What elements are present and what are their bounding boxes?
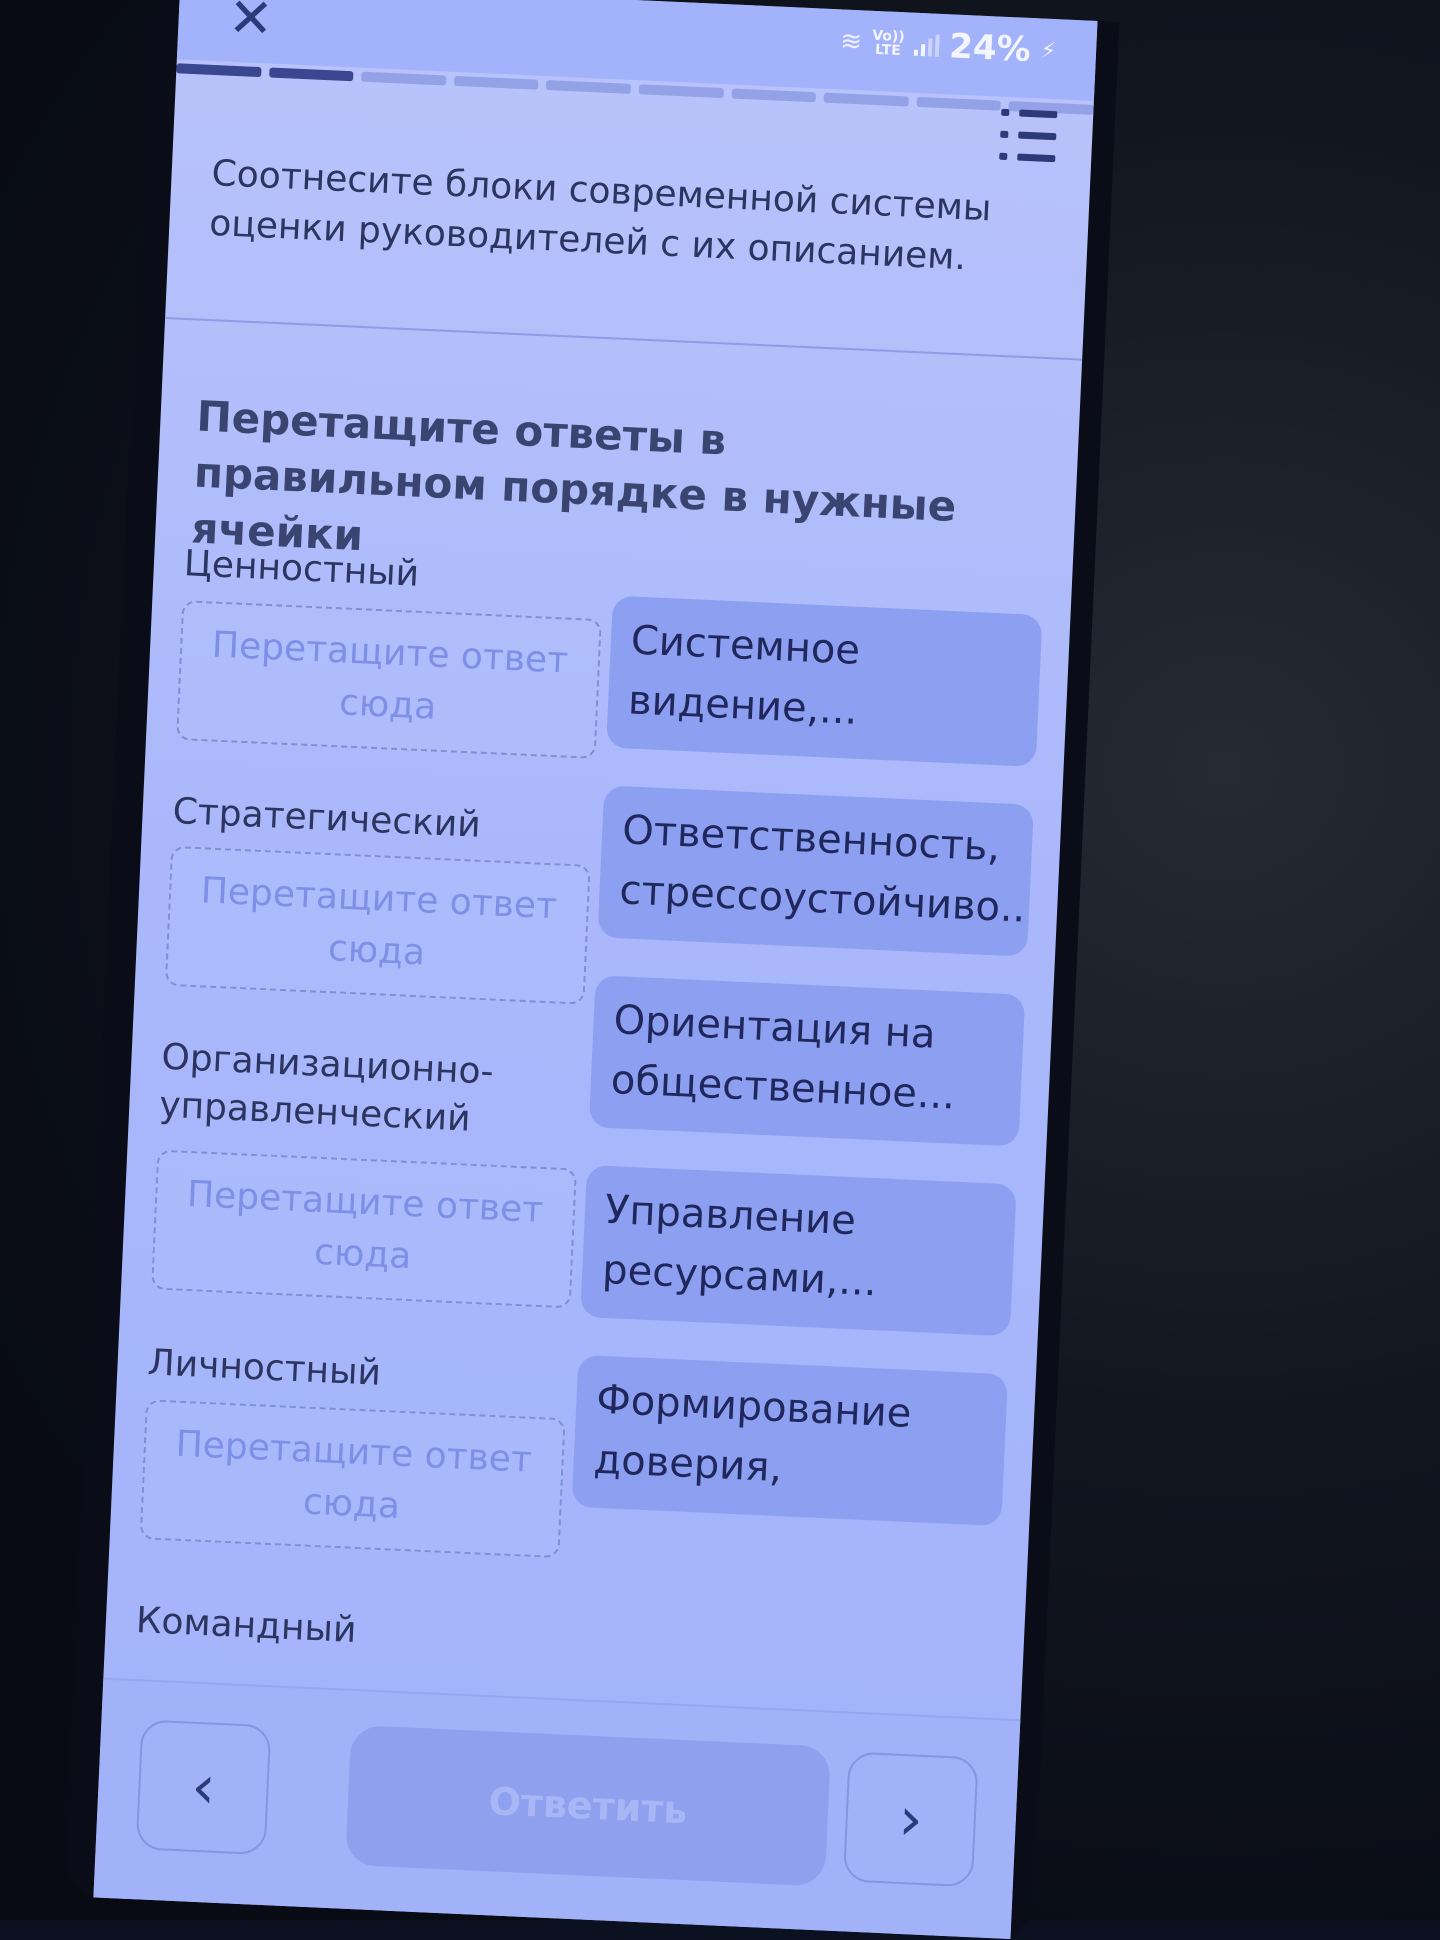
divider	[165, 317, 1083, 361]
progress-segment	[638, 84, 724, 99]
chevron-left-icon: ‹	[189, 1751, 218, 1823]
answer-card[interactable]: Формирование доверия, развитие...	[571, 1354, 1009, 1527]
progress-segment	[731, 88, 817, 103]
close-icon[interactable]: ✕	[219, 0, 282, 51]
category-label: Стратегический	[171, 790, 482, 846]
progress-segment	[823, 92, 909, 107]
answer-card[interactable]: Системное видение,...	[606, 595, 1043, 767]
wifi-icon: ≋	[839, 26, 863, 58]
category-label: Командный	[135, 1600, 358, 1652]
category-label: Личностный	[146, 1342, 382, 1394]
signal-icon	[913, 34, 940, 57]
next-button[interactable]: ›	[842, 1751, 979, 1888]
drop-zone[interactable]: Перетащите ответ сюда	[139, 1399, 566, 1559]
answer-card[interactable]: Управление ресурсами,...	[580, 1165, 1017, 1337]
menu-icon[interactable]	[999, 108, 1058, 163]
drop-zone[interactable]: Перетащите ответ сюда	[175, 600, 602, 759]
answer-card[interactable]: Ориентация на общественное...	[588, 975, 1026, 1147]
app-screen: ≋ Vo)) LTE 24% ⚡ ✕ Соотнесите блоки совр…	[93, 0, 1098, 1940]
status-bar: ≋ Vo)) LTE 24% ⚡	[839, 13, 1057, 79]
answer-card[interactable]: Ответственность, стрессоустойчиво...	[597, 785, 1034, 957]
back-button[interactable]: ‹	[135, 1719, 272, 1856]
drop-zone[interactable]: Перетащите ответ сюда	[151, 1149, 577, 1309]
progress-segment	[546, 80, 632, 94]
progress-segment	[453, 75, 539, 90]
bottom-bar: ‹ Ответить ›	[93, 1677, 1021, 1940]
drop-zone[interactable]: Перетащите ответ сюда	[164, 845, 591, 1005]
lte-label: LTE	[874, 41, 902, 60]
progress-segment	[361, 71, 447, 86]
progress-segment	[176, 63, 262, 78]
phone-frame: ≋ Vo)) LTE 24% ⚡ ✕ Соотнесите блоки совр…	[63, 0, 1120, 1940]
answer-bank: Системное видение,... Ответственность, с…	[571, 595, 1043, 1527]
battery-level: 24%	[948, 26, 1032, 70]
charging-icon: ⚡	[1040, 37, 1057, 64]
question-text: Соотнесите блоки современной системы оце…	[208, 152, 993, 279]
network-indicator: Vo)) LTE	[871, 28, 905, 60]
progress-segment	[916, 96, 1002, 111]
category-label: Организационно-управленческий	[158, 1036, 495, 1140]
submit-button[interactable]: Ответить	[345, 1724, 831, 1887]
progress-segment	[268, 67, 354, 82]
chevron-right-icon: ›	[897, 1783, 925, 1855]
